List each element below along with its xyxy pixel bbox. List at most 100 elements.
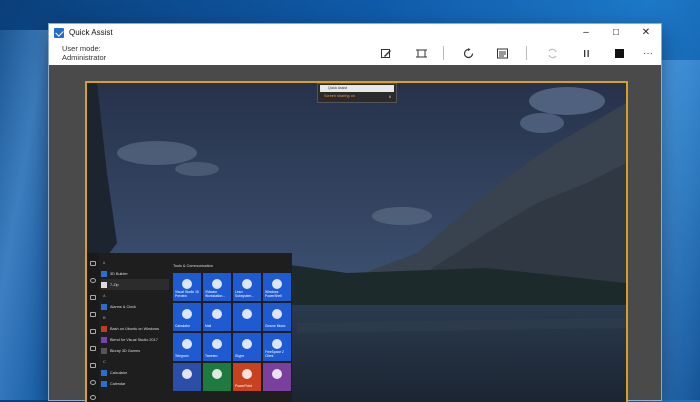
annotate-button[interactable] — [379, 46, 393, 60]
user-icon[interactable] — [90, 278, 96, 283]
app-list-item[interactable]: Calculator — [101, 367, 169, 378]
remote-desktop-screen[interactable]: Quick Assist Screen sharing on II # 3D B… — [85, 81, 628, 402]
tile-label: Linux Subsystem... — [235, 290, 255, 299]
annotate-icon — [380, 48, 391, 58]
tile-label: Visual Studio 15 Preview — [175, 290, 199, 299]
start-tile[interactable]: Skype — [233, 333, 261, 361]
maximize-button[interactable]: □ — [601, 24, 631, 41]
list-letter-header[interactable]: C — [101, 356, 169, 367]
music-icon[interactable] — [90, 329, 96, 334]
start-tile[interactable] — [233, 303, 261, 331]
toolbar-separator — [526, 46, 527, 60]
ubuntu-icon — [101, 325, 107, 332]
start-tile[interactable]: Linux Subsystem... — [233, 273, 261, 301]
pictures-icon[interactable] — [90, 346, 96, 351]
title-bar[interactable]: Quick Assist – □ ✕ — [49, 24, 661, 41]
reconnect-button[interactable] — [545, 46, 559, 60]
app-list-item[interactable]: 7-Zip — [101, 279, 169, 290]
task-manager-icon — [496, 48, 508, 58]
app-list-item[interactable]: Alarms & Clock — [101, 301, 169, 312]
powerpoint-icon — [242, 369, 252, 379]
linux-icon — [242, 279, 252, 289]
quick-assist-app-icon — [54, 27, 64, 38]
mail-envelope-icon — [242, 309, 252, 319]
mail-icon — [212, 309, 222, 319]
start-tile[interactable]: Visual Studio 15 Preview — [173, 273, 201, 301]
remote-quick-assist-mini-window[interactable]: Quick Assist Screen sharing on II — [317, 83, 397, 103]
hamburger-icon[interactable] — [90, 261, 96, 266]
start-tile[interactable]: Calculator — [173, 303, 201, 331]
powershell-icon — [272, 279, 282, 289]
minimize-button[interactable]: – — [571, 24, 601, 41]
toolbar-separator — [443, 46, 444, 60]
calculator-icon — [182, 309, 192, 319]
tile-label: Skype — [235, 354, 245, 359]
calculator-icon — [101, 369, 107, 376]
start-tile[interactable]: Groove Music — [263, 303, 291, 331]
start-tile[interactable]: VMware Workstation... — [203, 273, 231, 301]
mini-pause-button[interactable]: II — [389, 94, 391, 99]
list-letter-header[interactable]: A — [101, 290, 169, 301]
tile-label: Groove Music — [265, 324, 286, 329]
tiles-group-heading: Tools & Communication — [173, 264, 213, 268]
fit-screen-icon — [415, 49, 427, 57]
start-tile[interactable] — [263, 363, 291, 391]
start-tile[interactable] — [203, 363, 231, 391]
tile-label: Telegram — [175, 354, 189, 359]
tweeten-icon — [212, 339, 222, 349]
user-mode-value: Administrator — [62, 53, 107, 62]
settings-icon[interactable] — [90, 380, 96, 385]
pause-button[interactable] — [579, 46, 593, 60]
end-session-button[interactable] — [612, 46, 626, 60]
more-options-button[interactable]: ··· — [641, 46, 655, 60]
tile-label: VMware Workstation... — [205, 290, 226, 299]
app-list-item[interactable]: 3D Builder — [101, 268, 169, 279]
documents-icon[interactable] — [90, 295, 96, 300]
start-tile[interactable]: Windows PowerShell — [263, 273, 291, 301]
close-button[interactable]: ✕ — [631, 24, 661, 41]
window-controls: – □ ✕ — [571, 24, 661, 41]
tile-label: FreeSpace 2 Client — [265, 350, 284, 359]
app-icon — [101, 281, 107, 288]
start-tile[interactable]: FreeSpace 2 Client — [263, 333, 291, 361]
app-list-item[interactable]: Calendar — [101, 378, 169, 389]
onenote-purple-icon — [272, 369, 282, 379]
app-icon — [101, 347, 107, 354]
tile-label: Mail — [205, 324, 212, 329]
window-title: Quick Assist — [69, 28, 113, 37]
app-list-item[interactable]: Bash on Ubuntu on Windows — [101, 323, 169, 334]
task-manager-button[interactable] — [495, 46, 509, 60]
app-icon — [272, 339, 282, 349]
list-letter-header[interactable]: B — [101, 312, 169, 323]
start-tile[interactable] — [173, 363, 201, 391]
restart-button[interactable] — [461, 46, 475, 60]
app-icon — [101, 270, 107, 277]
onenote-icon — [182, 369, 192, 379]
actual-size-button[interactable] — [414, 46, 428, 60]
skype-icon — [242, 339, 252, 349]
tile-label: PowerPoint — [235, 384, 252, 389]
pause-icon — [583, 49, 589, 57]
groove-music-icon — [272, 309, 282, 319]
tile-label: Calculator — [175, 324, 190, 329]
start-tile[interactable]: Mail — [203, 303, 231, 331]
network-icon[interactable] — [90, 363, 96, 368]
app-list-item[interactable]: Bluray 3D Games — [101, 345, 169, 356]
power-icon[interactable] — [90, 395, 96, 400]
app-list: # 3D Builder 7-Zip A Alarms & Clock B Ba… — [101, 257, 169, 389]
stop-icon — [614, 48, 624, 58]
more-icon: ··· — [643, 47, 653, 59]
start-tile[interactable]: Telegram — [173, 333, 201, 361]
vmware-icon — [212, 279, 222, 289]
list-letter-header[interactable]: # — [101, 257, 169, 268]
restart-icon — [463, 47, 473, 58]
app-list-item[interactable]: Blend for Visual Studio 2017 — [101, 334, 169, 345]
start-tile[interactable]: PowerPoint — [233, 363, 261, 391]
start-tile[interactable]: Tweeten — [203, 333, 231, 361]
session-toolbar: User mode: Administrator ··· — [49, 41, 661, 66]
visual-studio-icon — [182, 279, 192, 289]
excel-icon — [212, 369, 222, 379]
downloads-icon[interactable] — [90, 312, 96, 317]
remote-start-menu: # 3D Builder 7-Zip A Alarms & Clock B Ba… — [87, 253, 292, 402]
tile-label: Tweeten — [205, 354, 218, 359]
